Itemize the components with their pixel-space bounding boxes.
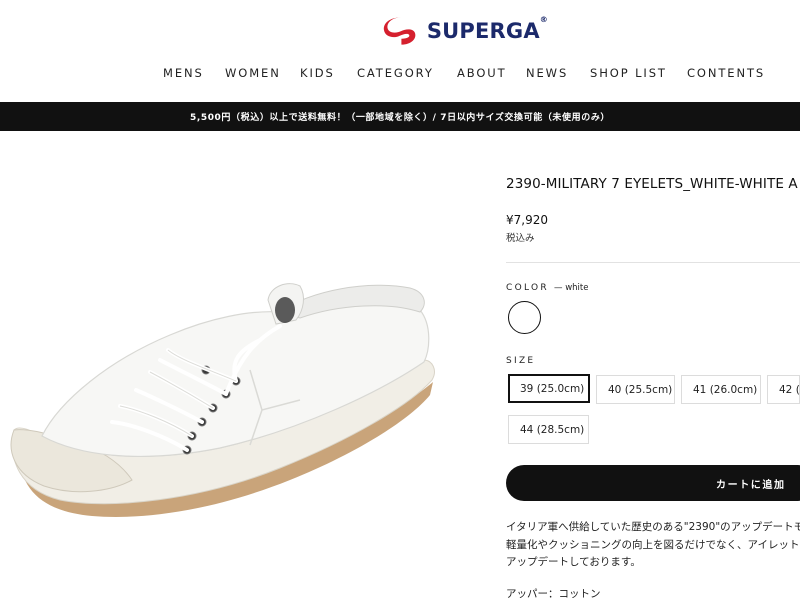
nav-item-mens[interactable]: MENS xyxy=(163,66,204,80)
white-sneaker-image xyxy=(10,283,435,517)
size-option-40[interactable]: 40 (25.5cm) xyxy=(596,375,675,404)
color-swatch-white[interactable] xyxy=(508,301,541,334)
add-to-cart-button[interactable]: カートに追加 xyxy=(506,465,800,501)
product-title: 2390-MILITARY 7 EYELETS_WHITE-WHITE A xyxy=(506,176,798,192)
nav-item-category[interactable]: CATEGORY xyxy=(357,66,434,80)
color-label: COLOR xyxy=(506,283,549,293)
nav-item-about[interactable]: ABOUT xyxy=(457,66,507,80)
brand-logo[interactable]: SUPERGA® xyxy=(382,14,548,48)
size-label: SIZE xyxy=(506,356,536,366)
material-info: アッパー：コットン xyxy=(506,588,601,600)
nav-item-shop-list[interactable]: SHOP LIST xyxy=(590,66,667,80)
main-nav: MENS WOMEN KIDS CATEGORY ABOUT NEWS SHOP… xyxy=(163,66,800,82)
nav-item-contents[interactable]: CONTENTS xyxy=(687,66,765,80)
superga-logo-icon xyxy=(383,17,416,45)
nav-item-news[interactable]: NEWS xyxy=(526,66,568,80)
product-description: イタリア軍へ供給していた歴史のある"2390"のアップデートモデル 軽量化やクッ… xyxy=(506,519,800,572)
description-line: アップデートしております。 xyxy=(506,556,641,568)
size-option-44[interactable]: 44 (28.5cm) xyxy=(508,415,589,444)
color-value: — white xyxy=(554,283,589,293)
tax-note: 税込み xyxy=(506,233,535,244)
nav-item-women[interactable]: WOMEN xyxy=(225,66,281,80)
size-option-42[interactable]: 42 (26.5cm) xyxy=(767,375,800,404)
banner-text: 5,500円（税込）以上で送料無料！（一部地域を除く）/ 7日以内サイズ交換可能… xyxy=(189,113,611,123)
nav-item-kids[interactable]: KIDS xyxy=(300,66,335,80)
size-option-39[interactable]: 39 (25.0cm) xyxy=(508,374,590,403)
product-image[interactable] xyxy=(0,200,445,600)
size-option-41[interactable]: 41 (26.0cm) xyxy=(681,375,761,404)
brand-name: SUPERGA® xyxy=(426,15,548,43)
description-line: イタリア軍へ供給していた歴史のある"2390"のアップデートモデル xyxy=(506,521,800,533)
shipping-banner: 5,500円（税込）以上で送料無料！（一部地域を除く）/ 7日以内サイズ交換可能… xyxy=(0,102,800,131)
divider xyxy=(506,262,800,263)
product-price: ¥7,920 xyxy=(506,213,548,227)
description-line: 軽量化やクッショニングの向上を図るだけでなく、アイレットも xyxy=(506,538,800,551)
